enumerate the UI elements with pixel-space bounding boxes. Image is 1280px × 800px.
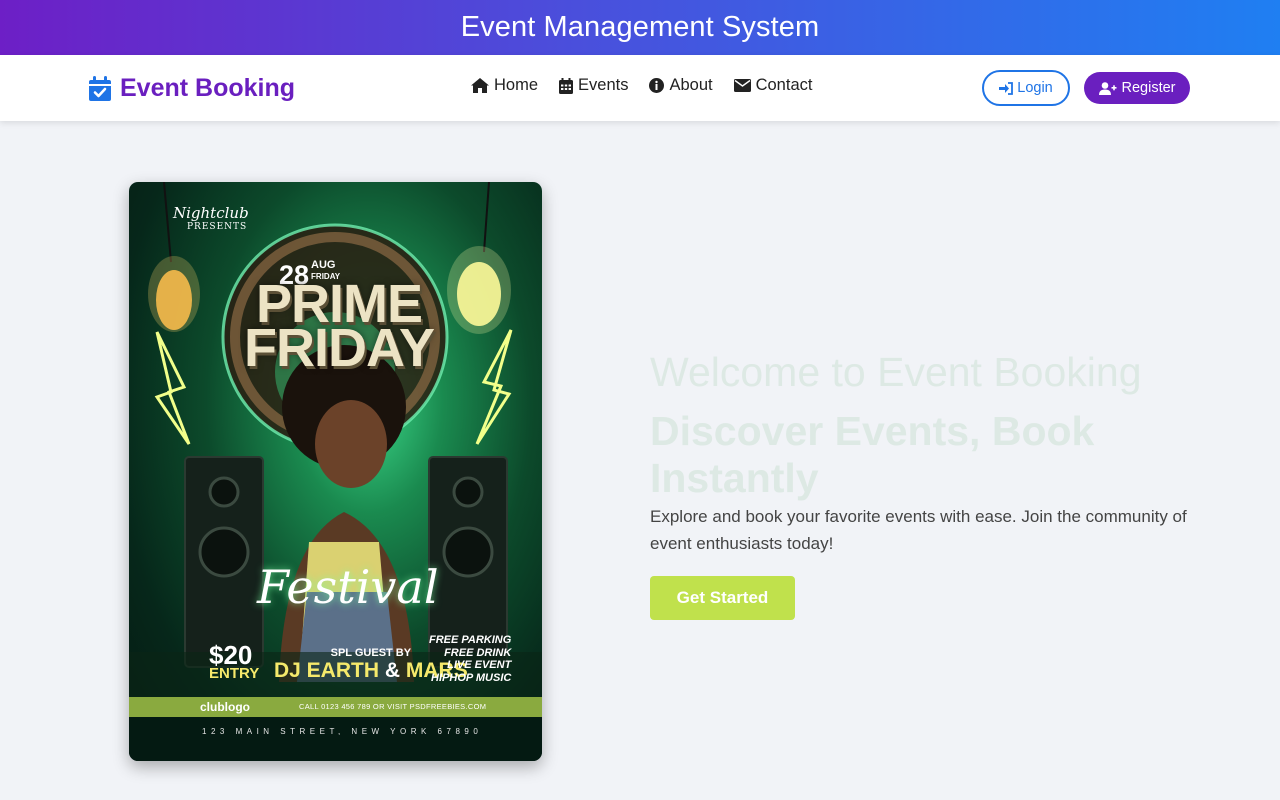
login-label: Login (1017, 80, 1053, 96)
navbar: Event Booking Home Events About Contact … (0, 55, 1280, 121)
nav-home[interactable]: Home (471, 76, 538, 95)
home-icon (471, 78, 489, 93)
brand-name: Event Booking (120, 74, 296, 102)
poster-street: 123 MAIN STREET, NEW YORK 67890 (202, 727, 483, 736)
brand-link[interactable]: Event Booking (89, 74, 295, 103)
top-banner: Event Management System (0, 0, 1280, 55)
event-poster: Nightclub PRESENTS 28 AUG FRIDAY PRIME FRI… (129, 182, 542, 761)
poster-perk: FREE PARKING (429, 634, 512, 646)
nav-events-label: Events (578, 76, 629, 94)
hero-description: Explore and book your favorite events wi… (650, 507, 1187, 553)
user-plus-icon (1098, 81, 1116, 95)
nav-events[interactable]: Events (559, 76, 628, 95)
calendar-icon (559, 77, 574, 94)
login-button[interactable]: Login (982, 70, 1070, 106)
nav-about[interactable]: About (649, 76, 713, 95)
nav-about-label: About (669, 76, 713, 94)
poster-guest-dj: DJ EARTH (274, 659, 380, 682)
poster-presents: Nightclub PRESENTS (173, 206, 249, 234)
poster-perks: FREE PARKING FREE DRINK LIVE EVENT HIPHO… (429, 634, 511, 684)
nav-home-label: Home (494, 76, 539, 94)
register-label: Register (1121, 80, 1176, 96)
poster-date-month: AUG (311, 259, 336, 271)
nav-contact-label: Contact (755, 76, 813, 94)
poster-club-logo: clublogo (200, 700, 250, 714)
calendar-check-icon (89, 76, 111, 101)
info-circle-icon (649, 78, 665, 93)
main-nav: Home Events About Contact (471, 76, 812, 95)
system-title: Event Management System (460, 11, 820, 43)
poster-subtitle: Festival (257, 560, 439, 614)
poster-title: PRIME FRIDAY (219, 277, 459, 378)
poster-guest-amp: & (384, 659, 401, 682)
poster-price-note: ENTRY (209, 665, 260, 682)
get-started-button[interactable]: Get Started (650, 576, 795, 620)
poster-title-line2: FRIDAY (243, 318, 435, 378)
hero-subtitle: Discover Events, Book Instantly (650, 408, 1095, 501)
poster-price: $20 ENTRY (209, 642, 260, 682)
poster-perk: HIPHOP MUSIC (431, 671, 512, 684)
envelope-icon (733, 79, 751, 92)
hero-title: Welcome to Event Booking (650, 349, 1142, 395)
nav-contact[interactable]: Contact (733, 76, 813, 95)
poster-perk: LIVE EVENT (447, 659, 512, 671)
sign-in-icon (999, 81, 1014, 95)
poster-presents-word: PRESENTS (187, 222, 248, 232)
poster-perk: FREE DRINK (444, 646, 512, 659)
poster-call: CALL 0123 456 789 OR VISIT PSDFREEBIES.C… (299, 702, 487, 711)
register-button[interactable]: Register (1084, 72, 1190, 104)
poster-guest-label: SPL GUEST BY (330, 647, 412, 659)
